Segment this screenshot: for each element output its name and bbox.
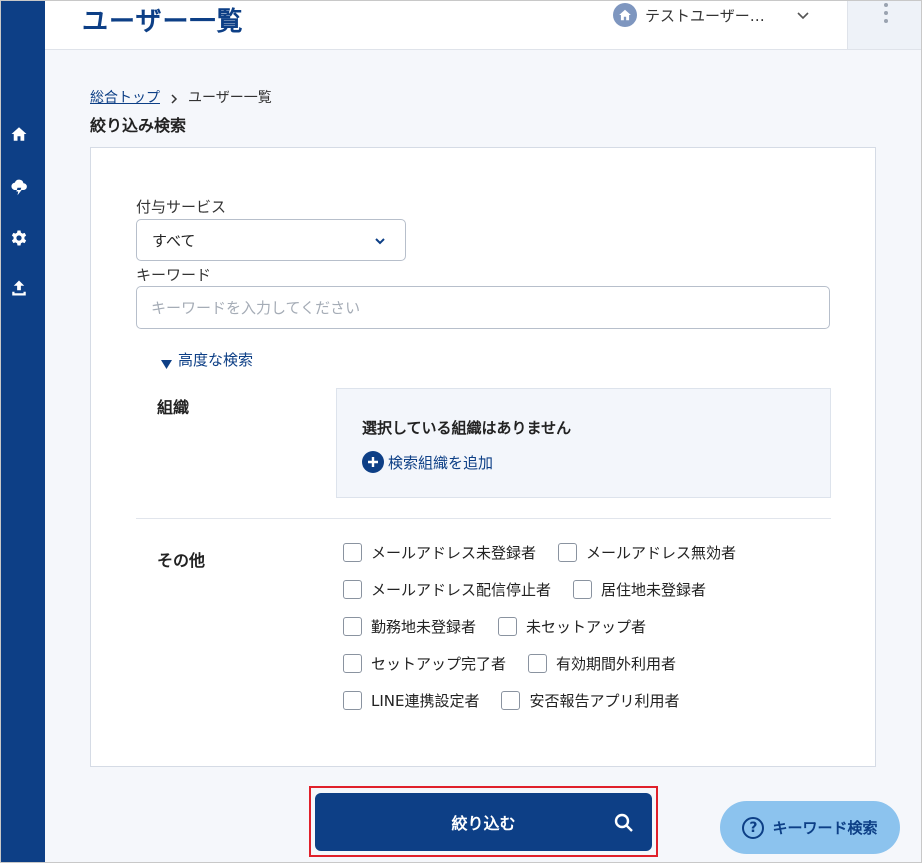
keyword-search-help-button[interactable]: ? キーワード検索 (720, 801, 900, 854)
kebab-icon (883, 3, 888, 49)
checkbox-label: LINE連携設定者 (371, 692, 480, 710)
checkbox[interactable] (498, 617, 518, 636)
checkbox-item[interactable]: 有効期間外利用者 (528, 653, 676, 674)
checkbox-label: セットアップ完了者 (371, 655, 507, 673)
checkbox[interactable] (528, 654, 548, 673)
checkbox[interactable] (343, 654, 362, 673)
checkbox-label: 安否報告アプリ利用者 (529, 692, 680, 710)
breadcrumb: 総合トップ ユーザー一覧 (90, 87, 272, 107)
checkbox-label: メールアドレス未登録者 (371, 544, 537, 562)
checkbox-item[interactable]: 安否報告アプリ利用者 (501, 690, 680, 711)
organization-empty-text: 選択している組織はありません (362, 419, 572, 437)
help-circle-icon: ? (742, 816, 765, 839)
add-organization-button[interactable]: 検索組織を追加 (362, 451, 493, 473)
chevron-down-icon (373, 234, 387, 248)
checkbox-label: メールアドレス配信停止者 (371, 581, 552, 599)
user-name: テストユーザー… (645, 6, 765, 25)
checkbox-row: LINE連携設定者 安否報告アプリ利用者 (343, 690, 833, 727)
checkbox[interactable] (343, 543, 362, 562)
service-select[interactable]: すべて (136, 219, 406, 261)
advanced-search-toggle[interactable]: 高度な検索 (161, 349, 253, 370)
checkbox-item[interactable]: メールアドレス配信停止者 (343, 579, 551, 600)
checkbox-item[interactable]: 未セットアップ者 (498, 616, 646, 637)
keyword-label: キーワード (136, 266, 212, 284)
checkbox-label: 居住地未登録者 (601, 581, 707, 599)
checkbox-item[interactable]: メールアドレス未登録者 (343, 542, 536, 563)
search-icon (614, 813, 634, 833)
service-label: 付与サービス (136, 198, 227, 216)
advanced-search-label: 高度な検索 (178, 351, 254, 369)
checkbox[interactable] (501, 691, 521, 710)
checkbox-label: 未セットアップ者 (526, 618, 647, 636)
more-menu-button[interactable] (847, 1, 921, 49)
organization-label: 組織 (157, 398, 190, 417)
divider (136, 518, 831, 519)
breadcrumb-current: ユーザー一覧 (188, 90, 272, 106)
chevron-down-icon[interactable] (795, 7, 811, 23)
triangle-down-icon (161, 355, 172, 369)
home-icon[interactable] (10, 125, 28, 143)
service-select-value: すべて (152, 231, 196, 250)
user-menu[interactable]: テストユーザー… (613, 3, 811, 27)
cloud-lightning-icon[interactable] (10, 178, 28, 196)
checkbox[interactable] (343, 617, 362, 636)
organization-box: 選択している組織はありません 検索組織を追加 (336, 388, 831, 498)
checkbox-row: セットアップ完了者 有効期間外利用者 (343, 653, 833, 690)
checkbox-item[interactable]: セットアップ完了者 (343, 653, 506, 674)
plus-circle-icon (362, 451, 384, 473)
filter-panel: 付与サービス すべて キーワード 高度な検索 組織 選択している組織はありません… (90, 147, 876, 767)
checkbox[interactable] (573, 580, 593, 599)
sidebar (1, 1, 45, 862)
filter-submit-button[interactable]: 絞り込む (315, 793, 652, 851)
checkbox-row: メールアドレス未登録者 メールアドレス無効者 (343, 542, 833, 579)
checkbox-label: 勤務地未登録者 (371, 618, 477, 636)
page-title: ユーザー一覧 (82, 7, 244, 37)
checkbox[interactable] (343, 580, 362, 599)
checkbox[interactable] (558, 543, 578, 562)
checkbox-item[interactable]: 勤務地未登録者 (343, 616, 476, 637)
user-home-icon (613, 3, 637, 27)
app-window: ユーザー一覧 テストユーザー… 総合トップ ユーザー一覧 絞り込み検索 付与サー… (0, 0, 922, 863)
checkbox-item[interactable]: LINE連携設定者 (343, 690, 479, 711)
gear-icon[interactable] (10, 229, 28, 247)
keyword-input[interactable] (136, 286, 830, 329)
checkbox-item[interactable]: メールアドレス無効者 (558, 542, 736, 563)
filter-submit-label: 絞り込む (451, 814, 516, 833)
checkbox-item[interactable]: 居住地未登録者 (573, 579, 706, 600)
breadcrumb-home-link[interactable]: 総合トップ (90, 87, 160, 107)
checkbox[interactable] (343, 691, 362, 710)
checkbox-label: メールアドレス無効者 (586, 544, 737, 562)
checkbox-row: 勤務地未登録者 未セットアップ者 (343, 616, 833, 653)
section-title: 絞り込み検索 (90, 116, 187, 135)
header: ユーザー一覧 テストユーザー… (45, 1, 921, 50)
other-label: その他 (157, 551, 206, 570)
checkbox-row: メールアドレス配信停止者 居住地未登録者 (343, 579, 833, 616)
keyword-search-help-label: キーワード検索 (772, 819, 878, 837)
submit-highlight: 絞り込む (309, 786, 658, 857)
chevron-right-icon (170, 92, 178, 104)
upload-icon[interactable] (10, 279, 28, 297)
add-organization-label: 検索組織を追加 (388, 453, 494, 472)
other-checkbox-group: メールアドレス未登録者 メールアドレス無効者 メールアドレス配信停止者 居住地未… (343, 542, 833, 727)
checkbox-label: 有効期間外利用者 (556, 655, 677, 673)
